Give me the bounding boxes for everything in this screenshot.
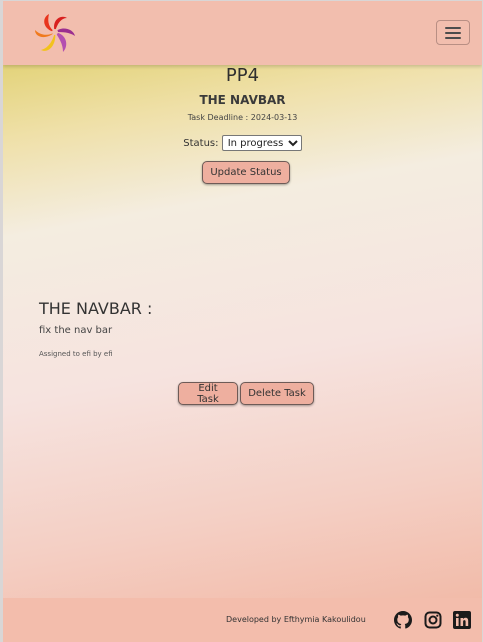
task-deadline: Task Deadline : 2024-03-13 [187,113,298,122]
menu-bar [445,31,461,34]
update-status-button[interactable]: Update Status [202,161,290,184]
task-card-heading: THE NAVBAR : [39,299,153,318]
task-subtitle: THE NAVBAR [199,93,286,107]
status-row: Status: In progress [3,135,482,151]
status-select[interactable]: In progress [221,135,302,151]
swirl-logo-icon[interactable] [31,10,79,58]
hamburger-menu-icon[interactable] [436,20,470,45]
delete-task-button[interactable]: Delete Task [240,382,314,405]
menu-bar [445,36,461,39]
menu-bar [445,26,461,29]
edit-task-button[interactable]: Edit Task [178,382,238,405]
github-icon[interactable] [394,611,412,629]
footer: Developed by Efthymia Kakoulidou [3,598,482,642]
footer-credit: Developed by Efthymia Kakoulidou [226,615,366,624]
navbar [3,1,482,65]
instagram-icon[interactable] [424,611,442,629]
linkedin-icon[interactable] [453,611,471,629]
task-card-description: fix the nav bar [39,325,113,336]
task-detail-content: PP4 THE NAVBAR Task Deadline : 2024-03-1… [3,65,482,598]
status-label: Status: [183,138,219,149]
page-frame: PP4 THE NAVBAR Task Deadline : 2024-03-1… [0,0,483,642]
task-title: PP4 [225,65,260,86]
task-card-assigned: Assigned to efi by efi [39,350,113,358]
